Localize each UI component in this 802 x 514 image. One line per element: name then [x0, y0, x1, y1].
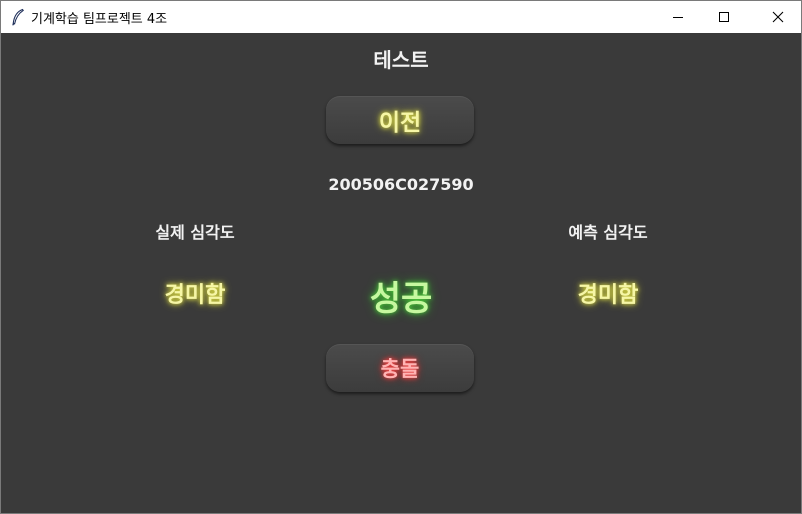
feather-icon [12, 8, 24, 26]
app-window: 기계학습 팀프로젝트 4조 테스트 이전 200506C027590 실제 심각… [0, 0, 802, 514]
collision-button[interactable]: 충돌 [326, 344, 474, 392]
minimize-icon [673, 16, 683, 18]
window-title: 기계학습 팀프로젝트 4조 [31, 12, 168, 27]
maximize-icon [719, 11, 729, 22]
minimize-button[interactable] [655, 1, 701, 32]
result-status: 성공 [369, 279, 433, 319]
title-bar[interactable]: 기계학습 팀프로젝트 4조 [1, 1, 801, 33]
sample-id: 200506C027590 [328, 175, 474, 194]
predicted-severity-value: 경미함 [577, 283, 639, 308]
prev-button[interactable]: 이전 [326, 96, 474, 144]
actual-severity-value: 경미함 [164, 283, 226, 308]
page-title: 테스트 [373, 48, 429, 72]
main-content: 테스트 이전 200506C027590 실제 심각도 예측 심각도 경미함 성… [1, 33, 801, 513]
predicted-severity-label: 예측 심각도 [568, 223, 648, 242]
actual-severity-label: 실제 심각도 [155, 223, 235, 242]
close-icon [772, 11, 784, 22]
maximize-button[interactable] [701, 1, 747, 32]
close-button[interactable] [755, 1, 801, 32]
